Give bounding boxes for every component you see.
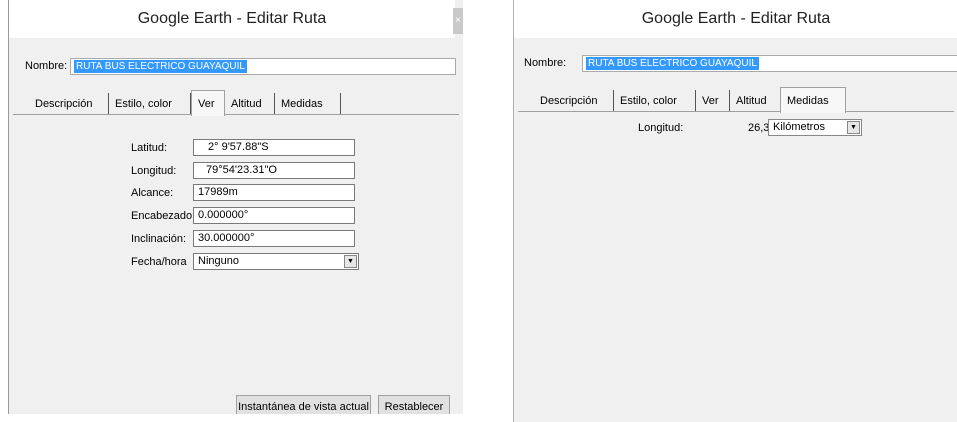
name-value: RUTA BUS ELECTRICO GUAYAQUIL	[586, 57, 759, 70]
edit-route-dialog-medidas: Google Earth - Editar Ruta Nombre: RUTA …	[513, 0, 957, 422]
dropdown-arrow-icon[interactable]: ▼	[847, 121, 860, 134]
edit-route-dialog-ver: Google Earth - Editar Ruta × Nombre: RUT…	[8, 0, 463, 414]
ver-panel: Latitud: 2° 9'57.88"S Longitud: 79°54'23…	[13, 115, 459, 414]
fecha-hora-value: Ninguno	[198, 255, 239, 267]
tab-altitud[interactable]: Altitud	[730, 90, 780, 112]
tab-estilo-color[interactable]: Estilo, color	[109, 93, 191, 115]
latitud-label: Latitud:	[131, 142, 168, 154]
tab-descripcion[interactable]: Descripción	[29, 93, 109, 115]
snapshot-button[interactable]: Instantánea de vista actual	[236, 395, 371, 414]
tab-ver[interactable]: Ver	[696, 90, 730, 112]
tab-medidas[interactable]: Medidas	[780, 87, 846, 113]
dialog-title: Google Earth - Editar Ruta	[514, 0, 957, 38]
tab-estilo-color[interactable]: Estilo, color	[614, 90, 696, 112]
unit-select[interactable]: Kilómetros ▼	[768, 119, 862, 136]
name-input[interactable]: RUTA BUS ELECTRICO GUAYAQUIL	[70, 58, 456, 75]
longitud-label: Longitud:	[131, 165, 177, 177]
inclinacion-label: Inclinación:	[131, 233, 187, 245]
name-value: RUTA BUS ELECTRICO GUAYAQUIL	[74, 60, 247, 73]
name-input[interactable]: RUTA BUS ELECTRICO GUAYAQUIL	[582, 55, 957, 72]
inclinacion-input[interactable]: 30.000000°	[193, 230, 355, 247]
fecha-hora-select[interactable]: Ninguno ▼	[193, 253, 359, 270]
longitud-input[interactable]: 79°54'23.31"O	[193, 162, 355, 179]
longitud-label: Longitud:	[638, 122, 684, 134]
encabezado-label: Encabezado:	[131, 210, 196, 222]
tab-medidas[interactable]: Medidas	[275, 93, 341, 115]
longitud-value: 26,3	[748, 122, 770, 134]
encabezado-input[interactable]: 0.000000°	[193, 207, 355, 224]
tab-altitud[interactable]: Altitud	[225, 93, 275, 115]
latitud-input[interactable]: 2° 9'57.88"S	[193, 139, 355, 156]
fecha-hora-label: Fecha/hora	[131, 256, 187, 268]
tab-descripcion[interactable]: Descripción	[534, 90, 614, 112]
dialog-title: Google Earth - Editar Ruta	[9, 0, 455, 38]
name-label: Nombre:	[524, 57, 567, 69]
unit-value: Kilómetros	[773, 121, 825, 133]
alcance-label: Alcance:	[131, 187, 174, 199]
tab-divider	[518, 111, 954, 112]
reset-button[interactable]: Restablecer	[378, 395, 450, 414]
tab-ver[interactable]: Ver	[191, 90, 225, 116]
alcance-input[interactable]: 17989m	[193, 184, 355, 201]
medidas-panel: Longitud: 26,3 Kilómetros ▼	[518, 115, 954, 422]
name-label: Nombre:	[25, 60, 68, 72]
dropdown-arrow-icon[interactable]: ▼	[344, 255, 357, 268]
close-icon[interactable]: ×	[453, 8, 463, 34]
